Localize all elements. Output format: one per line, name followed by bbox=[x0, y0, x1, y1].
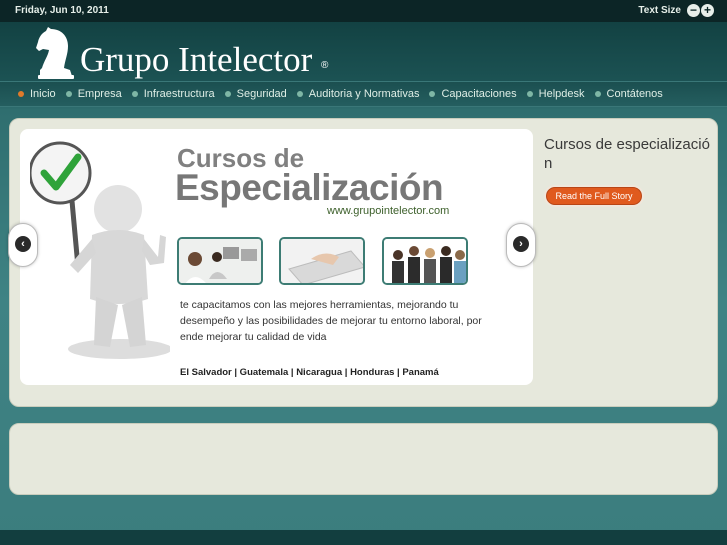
slide-title-line2: Especialización bbox=[175, 167, 444, 208]
date-label: Friday, Jun 10, 2011 bbox=[15, 5, 109, 16]
main-navigation: Inicio Empresa Infraestructura Seguridad… bbox=[0, 81, 727, 107]
photo-keyboard bbox=[279, 237, 365, 285]
bullet-icon bbox=[526, 91, 533, 97]
bullet-icon bbox=[131, 91, 138, 97]
nav-item-infraestructura[interactable]: Infraestructura bbox=[131, 88, 215, 100]
photo-call-center bbox=[177, 237, 263, 285]
bullet-icon bbox=[224, 91, 231, 97]
nav-label: Helpdesk bbox=[538, 88, 585, 100]
read-full-story-button[interactable]: Read the Full Story bbox=[546, 187, 642, 205]
bullet-icon bbox=[18, 91, 24, 97]
nav-label: Infraestructura bbox=[143, 88, 215, 100]
slide-countries: El Salvador | Guatemala | Nicaragua | Ho… bbox=[180, 367, 439, 378]
slide-url: www.grupointelector.com bbox=[327, 205, 450, 217]
nav-label: Inicio bbox=[30, 88, 56, 100]
top-bar: Friday, Jun 10, 2011 Text Size − + bbox=[0, 0, 727, 22]
slide-description: te capacitamos con las mejores herramien… bbox=[180, 299, 482, 343]
logo-text: Grupo Intelector bbox=[80, 40, 313, 79]
next-slide-button[interactable]: › bbox=[506, 223, 536, 267]
chess-knight-icon bbox=[36, 27, 74, 79]
bullet-icon bbox=[429, 91, 436, 97]
nav-item-seguridad[interactable]: Seguridad bbox=[224, 88, 287, 100]
nav-label: Empresa bbox=[77, 88, 122, 100]
nav-item-contatenos[interactable]: Contátenos bbox=[594, 88, 663, 100]
nav-item-auditoria[interactable]: Auditoria y Normativas bbox=[296, 88, 420, 100]
feature-title: Cursos de especialización bbox=[544, 136, 710, 172]
slideshow-image[interactable]: Cursos de Especialización www.grupointel… bbox=[20, 129, 533, 385]
plus-circle-icon[interactable]: + bbox=[701, 4, 714, 17]
nav-label: Seguridad bbox=[236, 88, 287, 100]
content-panel bbox=[9, 423, 718, 495]
nav-label: Capacitaciones bbox=[441, 88, 517, 100]
nav-label: Auditoria y Normativas bbox=[308, 88, 420, 100]
bullet-icon bbox=[594, 91, 601, 97]
chevron-left-icon: ‹ bbox=[15, 236, 31, 252]
nav-item-helpdesk[interactable]: Helpdesk bbox=[526, 88, 585, 100]
chevron-right-icon: › bbox=[513, 236, 529, 252]
bullet-icon bbox=[65, 91, 72, 97]
person-with-checkmark-sign-illustration bbox=[30, 141, 170, 359]
featured-panel: Cursos de Especialización www.grupointel… bbox=[8, 118, 718, 407]
registered-mark: ® bbox=[321, 60, 329, 71]
footer-strip bbox=[0, 530, 727, 545]
minus-circle-icon[interactable]: − bbox=[687, 4, 700, 17]
nav-item-inicio[interactable]: Inicio bbox=[18, 88, 56, 100]
text-size-label: Text Size bbox=[638, 5, 681, 16]
bullet-icon bbox=[296, 91, 303, 97]
nav-label: Contátenos bbox=[606, 88, 663, 100]
nav-item-empresa[interactable]: Empresa bbox=[65, 88, 122, 100]
previous-slide-button[interactable]: ‹ bbox=[8, 223, 38, 267]
nav-item-capacitaciones[interactable]: Capacitaciones bbox=[429, 88, 517, 100]
photo-business-team bbox=[382, 237, 468, 285]
